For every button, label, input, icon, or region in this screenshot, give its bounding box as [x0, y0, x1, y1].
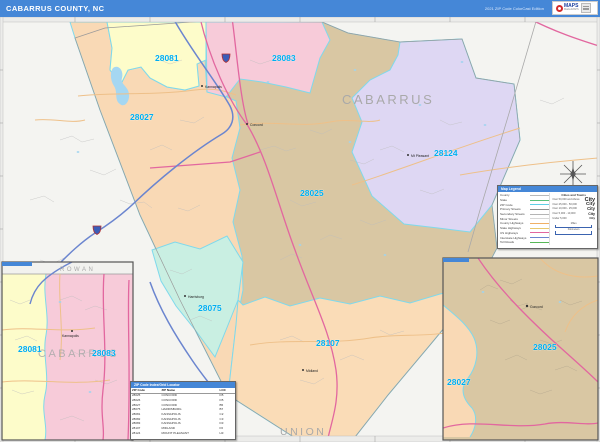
legend-item-swatch — [530, 194, 550, 196]
legend-item-swatch — [530, 208, 550, 210]
inset-town-concord: Concord — [530, 305, 543, 309]
legend-item-label: State — [500, 198, 508, 203]
edition-label: 2021 ZIP Code ColorCast Edition — [484, 6, 544, 11]
legend-item-label: US Highways — [500, 230, 519, 235]
legend-item-label: Interstate Highways — [500, 235, 527, 240]
city-class-sample: City — [589, 216, 595, 221]
map-page: { "header": { "title": "CABARRUS COUNTY,… — [0, 0, 600, 442]
legend-item-label: Toll Roads — [500, 240, 515, 245]
scale-bars: Miles Kilometers — [552, 222, 595, 235]
inset-zip-28081: 28081 — [18, 344, 42, 354]
zip-label-28083: 28083 — [272, 53, 296, 63]
city-class-range: Over 25,000 - 50,000 — [552, 202, 577, 206]
legend-item-swatch — [530, 237, 550, 239]
zip-label-28027: 28027 — [130, 112, 154, 122]
legend-item: Toll Roads — [500, 240, 550, 245]
inset-zip-28083: 28083 — [92, 348, 116, 358]
zip-index-panel: ZIP Code Index/Grid Locator ZIP Code ZIP… — [130, 381, 236, 440]
zip-label-28124: 28124 — [434, 148, 458, 158]
inset-zip-28027: 28027 — [447, 377, 471, 387]
town-mt-pleasant: Mt Pleasant — [411, 154, 429, 158]
legend-item-label: County Highways — [500, 221, 524, 226]
legend-item-swatch — [530, 199, 550, 201]
legend-item-swatch — [530, 218, 550, 220]
city-class-range: Over 50,000 and Above — [552, 198, 580, 202]
zip-index-cell: 28124 — [132, 430, 141, 435]
zip-label-28075: 28075 — [198, 303, 222, 313]
county-label-cabarrus: CABARRUS — [342, 92, 434, 107]
zip-index-cell: H3 — [219, 430, 224, 435]
legend-item-label: ZIP Code — [500, 202, 513, 207]
legend-item-swatch — [530, 213, 550, 215]
city-class-range: Over 5,000 - 10,000 — [552, 212, 576, 216]
legend-item-label: Minor Streets — [500, 216, 518, 221]
zip-index-table: ZIP Code ZIP Name LOC 28025 CONCORD D5 2802… — [131, 388, 235, 436]
legend-item-swatch — [530, 204, 550, 206]
scale-km-bar — [555, 231, 592, 235]
page-title: CABARRUS COUNTY, NC — [6, 4, 105, 13]
legend-item-label: County — [500, 193, 510, 198]
legend-line-items: County State ZIP Code Primary Streets Second… — [500, 193, 550, 245]
legend-city-classes: Over 50,000 and Above City Over 25,000 - 5… — [552, 197, 595, 221]
zip-label-28081: 28081 — [155, 53, 179, 63]
city-class-sample: City — [588, 211, 595, 216]
town-concord: Concord — [250, 123, 263, 127]
logo-publisher-text: MarketMAPS — [564, 8, 579, 12]
city-class-range: Under 5,000 — [552, 216, 567, 220]
inset-zip-28025: 28025 — [533, 342, 557, 352]
town-harrisburg: Harrisburg — [188, 295, 204, 299]
zip-label-28107: 28107 — [316, 338, 340, 348]
legend-item-swatch — [530, 227, 550, 229]
city-class-range: Over 10,000 - 25,000 — [552, 207, 577, 211]
marketmaps-logo: MAPS MarketMAPS — [552, 1, 598, 15]
inset-concord: Concord 28025 28027 — [442, 257, 599, 441]
zip-index-rows: 28025 CONCORD D5 28026 CONCORD D5 28027 CONCORD… — [131, 393, 235, 436]
legend-item-label: Primary Streets — [500, 207, 521, 212]
inset-kannapolis: Kannapolis ROWAN CABARRUS 28081 28083 — [1, 261, 134, 441]
zip-index-cell: MOUNT PLEASANT — [161, 430, 189, 435]
zip-index-row: 28124 MOUNT PLEASANT H3 — [131, 431, 235, 436]
legend-item-swatch — [530, 241, 550, 243]
legend-item-swatch — [530, 232, 550, 234]
legend-panel: Map Legend County State ZIP Code Primary St… — [497, 185, 598, 249]
inset-county-rowan: ROWAN — [60, 267, 95, 273]
legend-item-label: State Highways — [500, 226, 521, 231]
inset-town-kannapolis: Kannapolis — [62, 334, 79, 338]
legend-item-label: Secondary Streets — [500, 212, 525, 217]
zip-label-28025: 28025 — [300, 188, 324, 198]
city-class-row: Under 5,000 City — [552, 216, 595, 221]
logo-side-box — [580, 3, 591, 13]
town-kannapolis: Kannapolis — [205, 85, 222, 89]
legend-item-swatch — [530, 222, 550, 224]
header-bar: CABARRUS COUNTY, NC 2021 ZIP Code ColorC… — [0, 0, 600, 17]
town-midland: Midland — [306, 369, 318, 373]
logo-swirl-icon — [556, 4, 563, 12]
